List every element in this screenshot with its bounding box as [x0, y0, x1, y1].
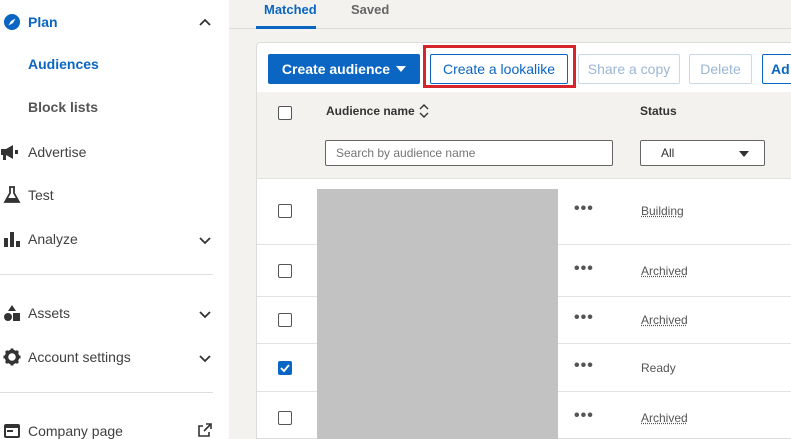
- compass-icon: [2, 12, 22, 32]
- row-checkbox[interactable]: [278, 204, 292, 218]
- more-actions-icon[interactable]: •••: [574, 200, 594, 218]
- chevron-down-icon[interactable]: [198, 233, 212, 247]
- bar-chart-icon: [2, 229, 22, 249]
- flask-icon: [2, 185, 22, 205]
- sidebar-item-block-lists[interactable]: Block lists: [0, 98, 229, 118]
- sidebar-item-label: Audiences: [28, 56, 99, 72]
- search-input[interactable]: [325, 140, 613, 166]
- divider: [0, 392, 213, 393]
- sidebar-item-analyze[interactable]: Analyze: [0, 228, 229, 250]
- sidebar-item-label: Analyze: [28, 231, 78, 247]
- tab-matched[interactable]: Matched: [264, 2, 317, 17]
- row-checkbox[interactable]: [278, 264, 292, 278]
- add-button[interactable]: Ad: [762, 54, 791, 84]
- status-badge: Ready: [641, 361, 676, 375]
- delete-button[interactable]: Delete: [689, 54, 752, 84]
- sidebar-item-label: Test: [28, 187, 54, 203]
- tab-saved[interactable]: Saved: [351, 2, 389, 17]
- status-filter-select[interactable]: All: [640, 140, 765, 166]
- sidebar: Plan Audiences Block lists Advertise Tes…: [0, 0, 229, 439]
- chevron-up-icon[interactable]: [198, 16, 212, 30]
- sidebar-item-account-settings[interactable]: Account settings: [0, 346, 229, 368]
- sidebar-item-label: Advertise: [28, 144, 87, 160]
- megaphone-icon: [0, 142, 20, 162]
- redacted-audience-names: [317, 189, 558, 439]
- row-checkbox[interactable]: [278, 313, 292, 327]
- column-header-name[interactable]: Audience name: [326, 104, 429, 118]
- create-lookalike-button[interactable]: Create a lookalike: [430, 54, 568, 84]
- sidebar-item-label: Plan: [28, 14, 58, 30]
- more-actions-icon[interactable]: •••: [574, 260, 594, 278]
- sidebar-item-plan[interactable]: Plan: [0, 10, 229, 34]
- row-checkbox[interactable]: [278, 361, 292, 375]
- checkmark-icon: [280, 364, 290, 373]
- create-audience-button[interactable]: Create audience: [268, 54, 420, 84]
- sidebar-item-advertise[interactable]: Advertise: [0, 141, 229, 163]
- chevron-down-icon[interactable]: [198, 351, 212, 365]
- active-tab-indicator: [256, 26, 316, 29]
- more-actions-icon[interactable]: •••: [574, 357, 594, 375]
- status-badge[interactable]: Building: [641, 204, 684, 218]
- sidebar-item-label: Account settings: [28, 349, 131, 365]
- gear-icon: [2, 347, 22, 367]
- sidebar-item-assets[interactable]: Assets: [0, 302, 229, 324]
- divider: [0, 274, 213, 275]
- audience-tabs: Matched Saved: [229, 0, 791, 29]
- page-icon: [2, 421, 22, 439]
- sidebar-item-company-page[interactable]: Company page: [0, 420, 229, 439]
- caret-down-icon: [396, 66, 407, 72]
- sidebar-item-label: Company page: [28, 423, 123, 439]
- status-badge[interactable]: Archived: [641, 411, 688, 425]
- sidebar-item-audiences[interactable]: Audiences: [0, 55, 229, 75]
- chevron-down-icon[interactable]: [198, 307, 212, 321]
- column-header-status: Status: [640, 104, 677, 118]
- row-divider: [257, 178, 791, 179]
- more-actions-icon[interactable]: •••: [574, 407, 594, 425]
- sort-icon: [419, 104, 429, 118]
- share-copy-button[interactable]: Share a copy: [578, 54, 680, 84]
- status-badge[interactable]: Archived: [641, 264, 688, 278]
- select-all-checkbox[interactable]: [278, 106, 292, 120]
- sidebar-item-test[interactable]: Test: [0, 184, 229, 206]
- more-actions-icon[interactable]: •••: [574, 309, 594, 327]
- status-filter-value: All: [661, 146, 675, 160]
- create-audience-label: Create audience: [281, 61, 391, 77]
- shapes-icon: [2, 303, 22, 323]
- sidebar-item-label: Assets: [28, 305, 71, 321]
- column-header-label: Audience name: [326, 104, 415, 118]
- row-checkbox[interactable]: [278, 411, 292, 425]
- status-badge[interactable]: Archived: [641, 313, 688, 327]
- caret-down-icon: [739, 151, 749, 157]
- external-link-icon[interactable]: [198, 423, 212, 437]
- sidebar-item-label: Block lists: [28, 99, 99, 115]
